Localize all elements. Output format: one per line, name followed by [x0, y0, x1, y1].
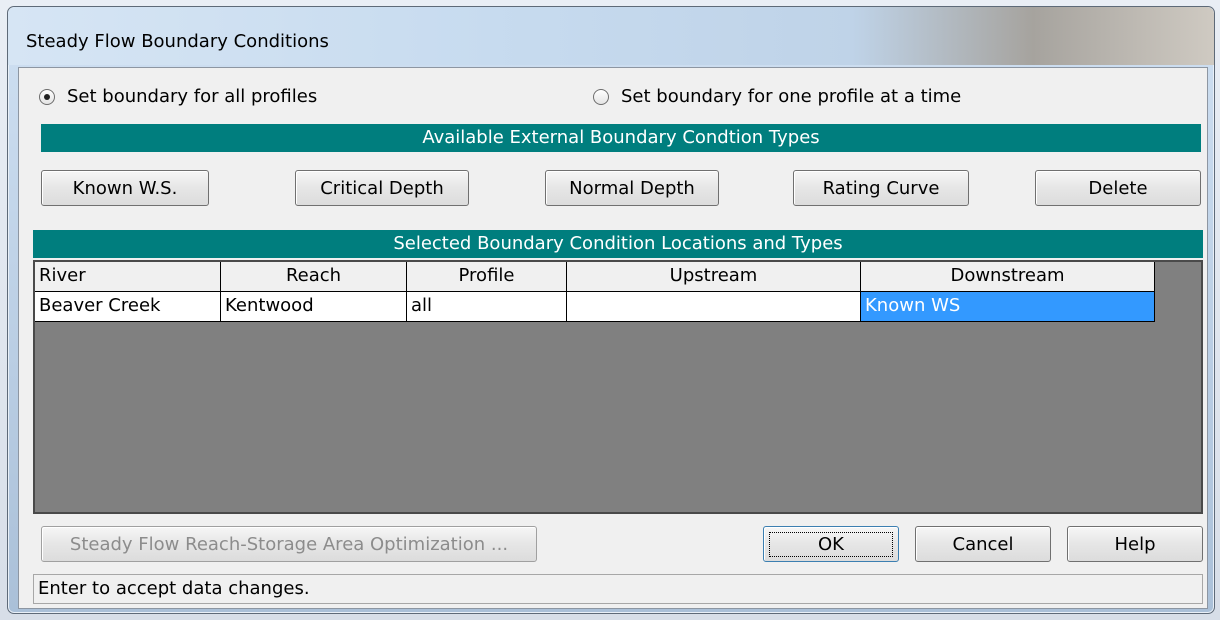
column-header-river[interactable]: River	[35, 262, 221, 292]
dialog-body: Set boundary for all profiles Set bounda…	[18, 67, 1208, 609]
help-button[interactable]: Help	[1067, 526, 1203, 562]
types-header: Available External Boundary Condtion Typ…	[41, 124, 1201, 152]
cell-river[interactable]: Beaver Creek	[35, 292, 221, 322]
column-header-reach[interactable]: Reach	[221, 262, 407, 292]
radio-one-profile-label: Set boundary for one profile at a time	[621, 86, 962, 107]
cell-reach[interactable]: Kentwood	[221, 292, 407, 322]
dialog-window: Steady Flow Boundary Conditions Set boun…	[7, 6, 1215, 614]
window-title: Steady Flow Boundary Conditions	[26, 31, 329, 52]
column-header-upstream[interactable]: Upstream	[567, 262, 861, 292]
boundary-table[interactable]: River Reach Profile Upstream Downstream …	[33, 260, 1203, 514]
cancel-button[interactable]: Cancel	[915, 526, 1051, 562]
table-header-row: River Reach Profile Upstream Downstream	[35, 262, 1155, 292]
cell-profile[interactable]: all	[407, 292, 567, 322]
optimization-button[interactable]: Steady Flow Reach-Storage Area Optimizat…	[41, 526, 537, 562]
radio-unchecked-icon[interactable]	[593, 88, 609, 105]
status-bar: Enter to accept data changes.	[33, 574, 1203, 604]
cell-upstream[interactable]	[567, 292, 861, 322]
ok-button-label: OK	[769, 531, 893, 557]
rating-curve-button[interactable]: Rating Curve	[793, 170, 969, 206]
critical-depth-button[interactable]: Critical Depth	[295, 170, 469, 206]
title-bar[interactable]: Steady Flow Boundary Conditions	[8, 7, 1214, 65]
delete-button[interactable]: Delete	[1035, 170, 1201, 206]
cell-downstream[interactable]: Known WS	[861, 292, 1155, 322]
radio-checked-icon[interactable]	[39, 88, 55, 105]
radio-one-profile[interactable]: Set boundary for one profile at a time	[593, 86, 961, 107]
radio-all-profiles[interactable]: Set boundary for all profiles	[39, 86, 317, 107]
table-row[interactable]: Beaver Creek Kentwood all Known WS	[35, 292, 1155, 322]
radio-all-profiles-label: Set boundary for all profiles	[67, 86, 318, 107]
known-ws-button[interactable]: Known W.S.	[41, 170, 209, 206]
locations-header: Selected Boundary Condition Locations an…	[33, 230, 1203, 258]
column-header-profile[interactable]: Profile	[407, 262, 567, 292]
column-header-downstream[interactable]: Downstream	[861, 262, 1155, 292]
ok-button[interactable]: OK	[763, 526, 899, 562]
normal-depth-button[interactable]: Normal Depth	[545, 170, 719, 206]
